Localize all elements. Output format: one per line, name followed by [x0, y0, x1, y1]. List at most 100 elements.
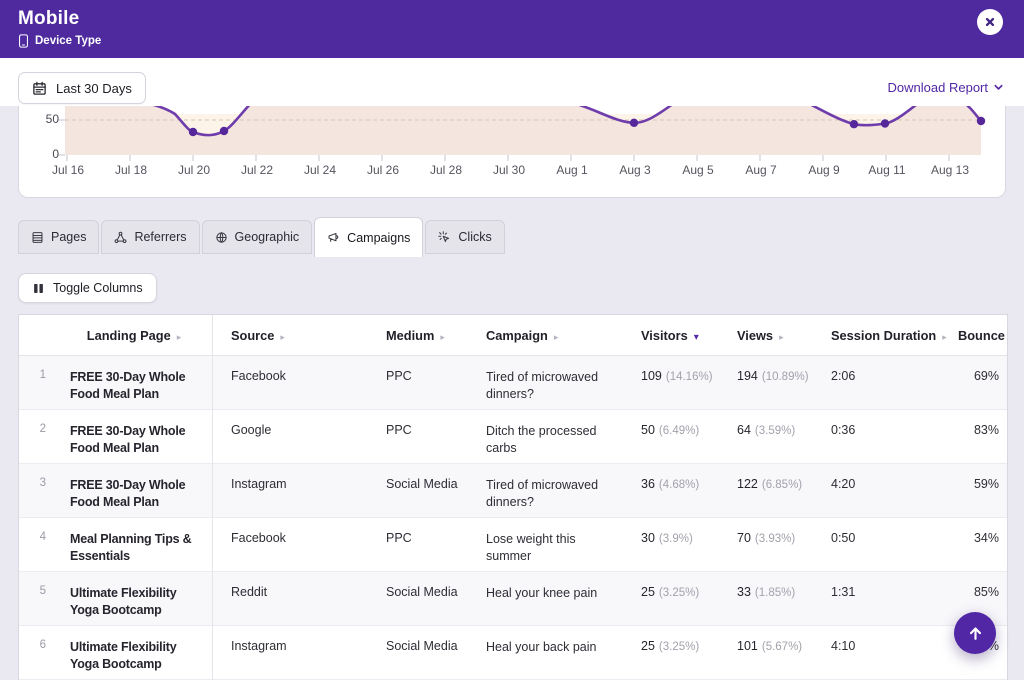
source-cell: Reddit [212, 572, 367, 625]
visitors-cell: 109(14.16%) [622, 356, 718, 409]
table-body: 1FREE 30-Day Whole Food Meal PlanFaceboo… [19, 356, 1008, 680]
landing-page-cell: FREE 30-Day Whole Food Meal Plan [56, 410, 212, 463]
column-header-landing-page[interactable]: Landing Page ▸ [56, 328, 212, 343]
value: 30 [641, 531, 655, 545]
x-axis-tick-label: Aug 13 [920, 163, 980, 177]
value: 50 [641, 423, 655, 437]
value: 101 [737, 639, 758, 653]
referrers-icon [114, 231, 127, 244]
table-row: 1FREE 30-Day Whole Food Meal PlanFaceboo… [19, 356, 1008, 410]
x-axis-tick-label: Aug 7 [731, 163, 791, 177]
sort-icon: ▸ [440, 332, 445, 342]
sort-icon: ▸ [779, 332, 784, 342]
download-report-button[interactable]: Download Report [888, 80, 1004, 95]
column-header-views[interactable]: Views ▸ [718, 328, 812, 343]
column-label: Source [231, 328, 274, 343]
source-cell: Instagram [212, 626, 367, 679]
x-axis-tick-label: Jul 20 [164, 163, 224, 177]
area-chart[interactable] [19, 106, 1005, 196]
tab-campaigns[interactable]: Campaigns [314, 217, 423, 257]
source-cell: Google [212, 410, 367, 463]
column-label: Views [737, 328, 773, 343]
x-axis-tick-label: Jul 16 [38, 163, 98, 177]
column-header-source[interactable]: Source▸ [212, 328, 367, 343]
column-label: Session Duration [831, 328, 936, 343]
campaign-cell: Tired of microwaved dinners? [467, 356, 622, 409]
campaigns-table: Landing Page▸Source▸Medium▸Campaign▸Visi… [19, 315, 1008, 680]
pages-icon [31, 231, 44, 244]
percentage: (1.85%) [755, 587, 795, 599]
tab-clicks[interactable]: Clicks [425, 220, 504, 254]
x-axis-tick-label: Jul 30 [479, 163, 539, 177]
medium-cell: PPC [367, 410, 467, 463]
column-header-campaign[interactable]: Campaign ▸ [467, 328, 622, 343]
value: 36 [641, 477, 655, 491]
percentage: (3.25%) [659, 641, 699, 653]
megaphone-icon [327, 231, 340, 244]
table-row: 3FREE 30-Day Whole Food Meal PlanInstagr… [19, 464, 1008, 518]
table-header-row: Landing Page▸Source▸Medium▸Campaign▸Visi… [19, 315, 1008, 356]
percentage: (6.85%) [762, 479, 802, 491]
percentage: (10.89%) [762, 371, 809, 383]
bounce-rate-cell: 69% [939, 356, 1008, 409]
landing-page-cell: Meal Planning Tips & Essentials [56, 518, 212, 571]
value: 25 [641, 585, 655, 599]
campaign-cell: Tired of microwaved dinners? [467, 464, 622, 517]
landing-page-cell: Ultimate Flexibility Yoga Bootcamp [56, 626, 212, 679]
views-cell: 194(10.89%) [718, 356, 812, 409]
scroll-to-top-button[interactable] [954, 612, 996, 654]
visitors-cell: 25 (3.25%) [622, 626, 718, 679]
page-subtitle-label: Device Type [35, 35, 101, 47]
frozen-column-divider [212, 315, 213, 680]
table-row: 4Meal Planning Tips & EssentialsFacebook… [19, 518, 1008, 572]
click-icon [438, 231, 451, 244]
date-range-label: Last 30 Days [56, 81, 132, 96]
percentage: (3.93%) [755, 533, 795, 545]
column-header-bounce-rate[interactable]: Bounce Rate▸ [939, 328, 1008, 343]
chevron-down-icon [993, 82, 1004, 93]
visitors-cell: 30(3.9%) [622, 518, 718, 571]
date-range-button[interactable]: Last 30 Days [18, 72, 146, 104]
value: 33 [737, 585, 751, 599]
tab-label: Referrers [134, 230, 186, 244]
campaigns-table-card[interactable]: Landing Page▸Source▸Medium▸Campaign▸Visi… [18, 314, 1008, 680]
session-duration-cell: 2:06 [812, 356, 939, 409]
visitors-cell: 25(3.25%) [622, 572, 718, 625]
session-duration-cell: 4:20 [812, 464, 939, 517]
sort-icon: ▸ [177, 332, 182, 342]
table-row: 5Ultimate Flexibility Yoga BootcampReddi… [19, 572, 1008, 626]
column-label: Campaign [486, 328, 548, 343]
landing-page-cell: FREE 30-Day Whole Food Meal Plan [56, 356, 212, 409]
table-row: 6Ultimate Flexibility Yoga BootcampInsta… [19, 626, 1008, 680]
column-header-visitors[interactable]: Visitors▾ [622, 328, 718, 343]
value: 25 [641, 639, 655, 653]
column-header-session-duration[interactable]: Session Duration▸ [812, 328, 939, 343]
toggle-columns-label: Toggle Columns [53, 281, 143, 295]
x-axis-tick-label: Aug 3 [605, 163, 665, 177]
column-label: Landing Page [87, 328, 171, 343]
column-label: Medium [386, 328, 434, 343]
percentage: (4.68%) [659, 479, 699, 491]
sort-icon: ▸ [554, 332, 559, 342]
bounce-rate-cell: 83% [939, 410, 1008, 463]
tab-referrers[interactable]: Referrers [101, 220, 199, 254]
visitors-cell: 50(6.49%) [622, 410, 718, 463]
tab-geographic[interactable]: Geographic [202, 220, 313, 254]
percentage: (14.16%) [666, 371, 713, 383]
source-cell: Facebook [212, 356, 367, 409]
y-axis-tick-0: 0 [27, 147, 59, 161]
session-duration-cell: 1:31 [812, 572, 939, 625]
x-axis-tick-label: Jul 24 [290, 163, 350, 177]
medium-cell: PPC [367, 518, 467, 571]
column-header-medium[interactable]: Medium ▸ [367, 328, 467, 343]
views-cell: 33 (1.85%) [718, 572, 812, 625]
tab-pages[interactable]: Pages [18, 220, 99, 254]
calendar-icon [32, 81, 47, 96]
x-axis-tick-label: Aug 11 [857, 163, 917, 177]
phone-icon [18, 34, 29, 48]
sort-desc-icon: ▾ [694, 332, 699, 343]
source-cell: Facebook [212, 518, 367, 571]
medium-cell: PPC [367, 356, 467, 409]
close-button[interactable] [977, 9, 1003, 35]
toggle-columns-button[interactable]: Toggle Columns [18, 273, 157, 303]
